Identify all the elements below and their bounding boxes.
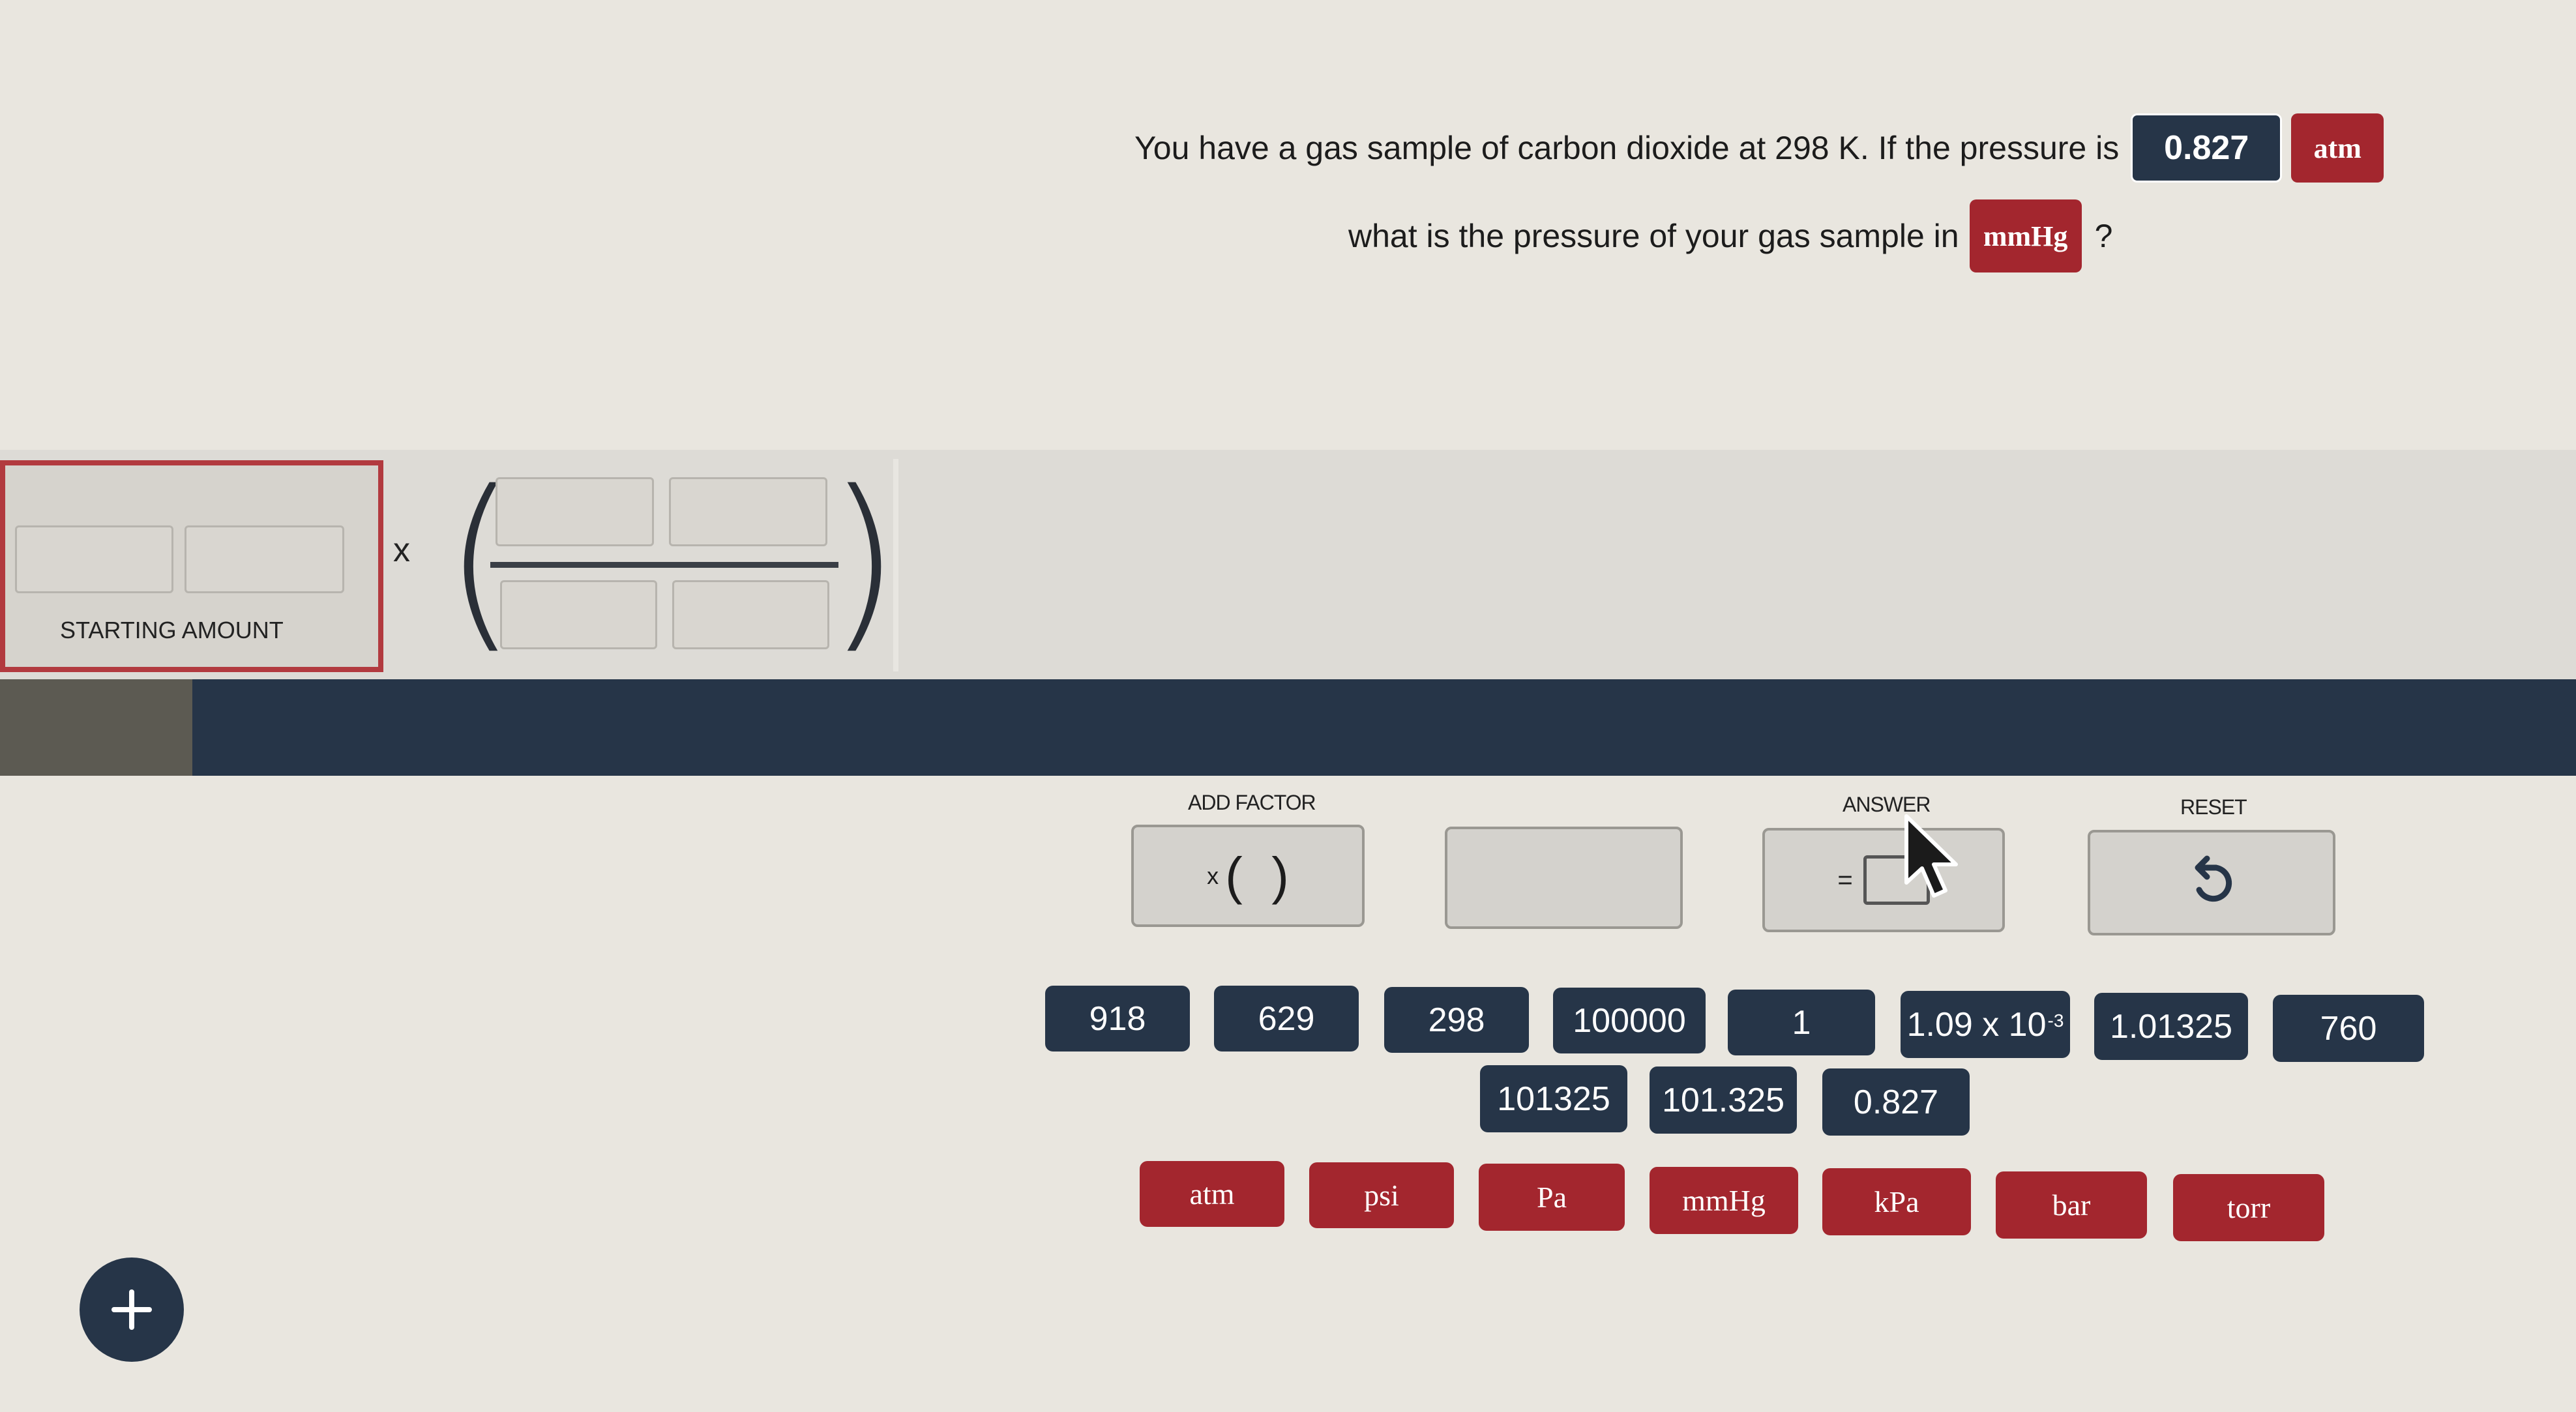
toolbar-strip (192, 679, 2576, 776)
undo-arrow-icon (2195, 855, 2232, 902)
unit-tile[interactable]: Pa (1479, 1164, 1625, 1231)
add-factor-button[interactable]: x ( ) (1131, 825, 1365, 927)
toolbar-strip-left (0, 679, 192, 776)
mouse-pointer-icon (1904, 814, 1958, 898)
starting-amount-box[interactable]: STARTING AMOUNT (0, 460, 383, 672)
plus-icon (111, 1289, 152, 1330)
unit-tile[interactable]: kPa (1822, 1168, 1971, 1235)
unit-tile[interactable]: torr (2173, 1174, 2324, 1241)
add-factor-label: ADD FACTOR (1188, 791, 1316, 814)
fraction-bar (490, 562, 838, 568)
given-value-chip: 0.827 (2131, 113, 2283, 183)
question-end-mark: ? (2094, 218, 2113, 254)
number-tile[interactable]: 101325 (1480, 1065, 1627, 1132)
factor-numerator-value-slot[interactable] (496, 477, 654, 546)
target-unit-chip: mmHg (1969, 199, 2082, 272)
starting-unit-slot[interactable] (185, 525, 344, 593)
question-text-1: You have a gas sample of carbon dioxide … (1134, 130, 2120, 166)
starting-value-slot[interactable] (15, 525, 173, 593)
reset-button[interactable] (2088, 830, 2335, 935)
number-tile[interactable]: 101.325 (1650, 1066, 1797, 1134)
number-tile-exponent: -3 (2047, 1010, 2064, 1031)
given-unit-chip: atm (2291, 113, 2384, 183)
unit-tile[interactable]: bar (1996, 1171, 2147, 1239)
number-tile[interactable]: 760 (2273, 995, 2424, 1062)
factor-denominator-unit-slot[interactable] (672, 580, 829, 649)
question-line-1: You have a gas sample of carbon dioxide … (1134, 113, 2384, 183)
workspace-divider (893, 459, 898, 671)
add-factor-parens: ( ) (1225, 846, 1289, 905)
answer-equals: = (1837, 865, 1853, 894)
factor-numerator-unit-slot[interactable] (669, 477, 827, 546)
number-tile[interactable]: 298 (1384, 987, 1529, 1053)
starting-amount-label: STARTING AMOUNT (60, 617, 284, 643)
times-symbol: x (393, 531, 410, 569)
number-tile[interactable]: 629 (1214, 986, 1359, 1052)
number-tile[interactable]: 0.827 (1822, 1068, 1970, 1136)
number-tile[interactable]: 1.09 x 10 -3 (1901, 991, 2070, 1058)
number-tile[interactable]: 918 (1045, 986, 1190, 1052)
factor-denominator-value-slot[interactable] (500, 580, 657, 649)
unit-tile[interactable]: atm (1140, 1161, 1284, 1227)
question-line-2: what is the pressure of your gas sample … (1348, 199, 2112, 272)
blank-tool-button[interactable] (1445, 827, 1683, 929)
number-tile[interactable]: 100000 (1553, 988, 1706, 1053)
workspace-band (0, 450, 2576, 679)
unit-tile[interactable]: psi (1309, 1162, 1454, 1228)
question-text-2: what is the pressure of your gas sample … (1348, 218, 1959, 254)
unit-tile[interactable]: mmHg (1650, 1167, 1798, 1234)
add-button[interactable] (80, 1258, 184, 1362)
number-tile[interactable]: 1.01325 (2094, 993, 2248, 1060)
reset-label: RESET (2180, 795, 2247, 819)
number-tile[interactable]: 1 (1728, 990, 1875, 1055)
right-paren: ) (827, 451, 901, 671)
add-factor-times: x (1207, 862, 1219, 889)
number-tile-mantissa: 1.09 x 10 (1906, 1005, 2047, 1044)
